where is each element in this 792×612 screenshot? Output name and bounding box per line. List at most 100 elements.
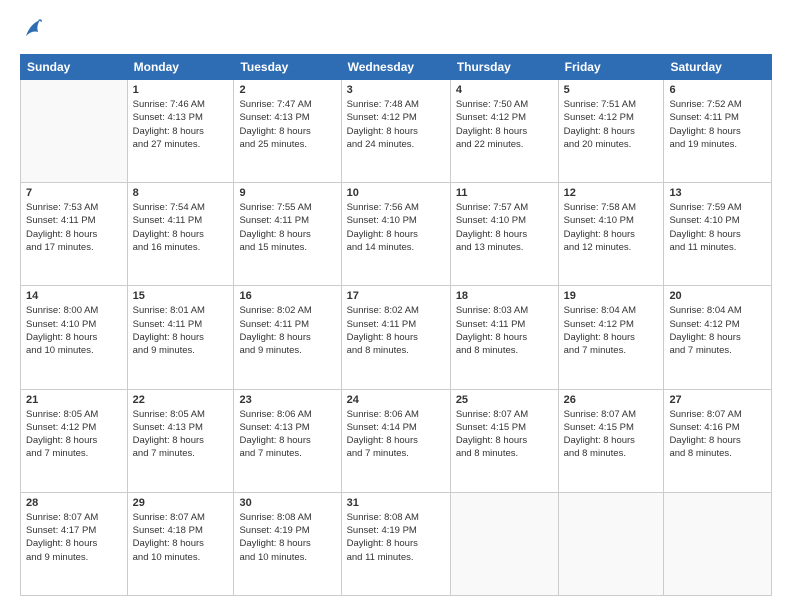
cell-content: Sunrise: 8:01 AM Sunset: 4:11 PM Dayligh… bbox=[133, 304, 229, 357]
logo-bird-icon bbox=[22, 16, 42, 44]
calendar-cell: 21 Sunrise: 8:05 AM Sunset: 4:12 PM Dayli… bbox=[21, 389, 128, 492]
day-number: 8 bbox=[133, 187, 229, 199]
calendar-cell: 5Sunrise: 7:51 AM Sunset: 4:12 PM Daylig… bbox=[558, 80, 664, 183]
calendar-cell: 3 Sunrise: 7:48 AM Sunset: 4:12 PM Daylig… bbox=[341, 80, 450, 183]
calendar-cell: 19 Sunrise: 8:04 AM Sunset: 4:12 PM Dayli… bbox=[558, 286, 664, 389]
cell-content: Sunrise: 8:03 AM Sunset: 4:11 PM Dayligh… bbox=[456, 304, 553, 357]
calendar-header-saturday: Saturday bbox=[664, 55, 772, 80]
day-number: 3 bbox=[347, 84, 445, 96]
day-number: 13 bbox=[669, 187, 766, 199]
day-number: 21 bbox=[26, 394, 122, 406]
calendar-table: SundayMondayTuesdayWednesdayThursdayFrid… bbox=[20, 54, 772, 596]
calendar-cell bbox=[450, 492, 558, 595]
header bbox=[20, 16, 772, 44]
cell-content: Sunrise: 7:48 AM Sunset: 4:12 PM Dayligh… bbox=[347, 98, 445, 151]
cell-content: Sunrise: 7:57 AM Sunset: 4:10 PM Dayligh… bbox=[456, 201, 553, 254]
cell-content: Sunrise: 8:07 AM Sunset: 4:15 PM Dayligh… bbox=[456, 408, 553, 461]
day-number: 7 bbox=[26, 187, 122, 199]
cell-content: Sunrise: 8:06 AM Sunset: 4:14 PM Dayligh… bbox=[347, 408, 445, 461]
calendar-cell: 25 Sunrise: 8:07 AM Sunset: 4:15 PM Dayli… bbox=[450, 389, 558, 492]
day-number: 23 bbox=[239, 394, 335, 406]
cell-content: Sunrise: 8:02 AM Sunset: 4:11 PM Dayligh… bbox=[239, 304, 335, 357]
calendar-cell: 22 Sunrise: 8:05 AM Sunset: 4:13 PM Dayli… bbox=[127, 389, 234, 492]
calendar-cell: 27 Sunrise: 8:07 AM Sunset: 4:16 PM Dayli… bbox=[664, 389, 772, 492]
calendar-cell bbox=[664, 492, 772, 595]
day-number: 15 bbox=[133, 290, 229, 302]
day-number: 22 bbox=[133, 394, 229, 406]
day-number: 2 bbox=[239, 84, 335, 96]
calendar-cell: 24 Sunrise: 8:06 AM Sunset: 4:14 PM Dayli… bbox=[341, 389, 450, 492]
day-number: 1 bbox=[133, 84, 229, 96]
cell-content: Sunrise: 7:47 AM Sunset: 4:13 PM Dayligh… bbox=[239, 98, 335, 151]
cell-content: Sunrise: 7:53 AM Sunset: 4:11 PM Dayligh… bbox=[26, 201, 122, 254]
calendar-cell: 10 Sunrise: 7:56 AM Sunset: 4:10 PM Dayli… bbox=[341, 183, 450, 286]
calendar-cell: 14Sunrise: 8:00 AM Sunset: 4:10 PM Dayli… bbox=[21, 286, 128, 389]
calendar-cell: 26 Sunrise: 8:07 AM Sunset: 4:15 PM Dayli… bbox=[558, 389, 664, 492]
day-number: 18 bbox=[456, 290, 553, 302]
page: SundayMondayTuesdayWednesdayThursdayFrid… bbox=[0, 0, 792, 612]
cell-content: Sunrise: 7:50 AM Sunset: 4:12 PM Dayligh… bbox=[456, 98, 553, 151]
calendar-cell bbox=[558, 492, 664, 595]
logo bbox=[20, 16, 44, 44]
cell-content: Sunrise: 8:07 AM Sunset: 4:15 PM Dayligh… bbox=[564, 408, 659, 461]
cell-content: Sunrise: 8:05 AM Sunset: 4:13 PM Dayligh… bbox=[133, 408, 229, 461]
day-number: 29 bbox=[133, 497, 229, 509]
calendar-header-wednesday: Wednesday bbox=[341, 55, 450, 80]
cell-content: Sunrise: 7:54 AM Sunset: 4:11 PM Dayligh… bbox=[133, 201, 229, 254]
day-number: 11 bbox=[456, 187, 553, 199]
day-number: 14 bbox=[26, 290, 122, 302]
day-number: 31 bbox=[347, 497, 445, 509]
calendar-week-row: 14Sunrise: 8:00 AM Sunset: 4:10 PM Dayli… bbox=[21, 286, 772, 389]
cell-content: Sunrise: 8:07 AM Sunset: 4:16 PM Dayligh… bbox=[669, 408, 766, 461]
calendar-cell: 16 Sunrise: 8:02 AM Sunset: 4:11 PM Dayli… bbox=[234, 286, 341, 389]
day-number: 27 bbox=[669, 394, 766, 406]
calendar-cell: 12 Sunrise: 7:58 AM Sunset: 4:10 PM Dayli… bbox=[558, 183, 664, 286]
day-number: 9 bbox=[239, 187, 335, 199]
calendar-header-tuesday: Tuesday bbox=[234, 55, 341, 80]
day-number: 5 bbox=[564, 84, 659, 96]
cell-content: Sunrise: 8:06 AM Sunset: 4:13 PM Dayligh… bbox=[239, 408, 335, 461]
cell-content: Sunrise: 7:58 AM Sunset: 4:10 PM Dayligh… bbox=[564, 201, 659, 254]
calendar-cell: 28 Sunrise: 8:07 AM Sunset: 4:17 PM Dayli… bbox=[21, 492, 128, 595]
cell-content: Sunrise: 7:59 AM Sunset: 4:10 PM Dayligh… bbox=[669, 201, 766, 254]
calendar-header-monday: Monday bbox=[127, 55, 234, 80]
day-number: 26 bbox=[564, 394, 659, 406]
cell-content: Sunrise: 7:52 AM Sunset: 4:11 PM Dayligh… bbox=[669, 98, 766, 151]
calendar-cell: 30Sunrise: 8:08 AM Sunset: 4:19 PM Dayli… bbox=[234, 492, 341, 595]
calendar-header-friday: Friday bbox=[558, 55, 664, 80]
day-number: 10 bbox=[347, 187, 445, 199]
calendar-header-sunday: Sunday bbox=[21, 55, 128, 80]
calendar-cell: 6 Sunrise: 7:52 AM Sunset: 4:11 PM Daylig… bbox=[664, 80, 772, 183]
day-number: 28 bbox=[26, 497, 122, 509]
cell-content: Sunrise: 8:08 AM Sunset: 4:19 PM Dayligh… bbox=[239, 511, 335, 564]
day-number: 25 bbox=[456, 394, 553, 406]
day-number: 24 bbox=[347, 394, 445, 406]
calendar-week-row: 7 Sunrise: 7:53 AM Sunset: 4:11 PM Daylig… bbox=[21, 183, 772, 286]
cell-content: Sunrise: 8:04 AM Sunset: 4:12 PM Dayligh… bbox=[564, 304, 659, 357]
calendar-cell: 18 Sunrise: 8:03 AM Sunset: 4:11 PM Dayli… bbox=[450, 286, 558, 389]
calendar-cell: 29Sunrise: 8:07 AM Sunset: 4:18 PM Dayli… bbox=[127, 492, 234, 595]
calendar-cell: 17Sunrise: 8:02 AM Sunset: 4:11 PM Dayli… bbox=[341, 286, 450, 389]
calendar-week-row: 1 Sunrise: 7:46 AM Sunset: 4:13 PM Daylig… bbox=[21, 80, 772, 183]
calendar-cell: 13 Sunrise: 7:59 AM Sunset: 4:10 PM Dayli… bbox=[664, 183, 772, 286]
calendar-cell bbox=[21, 80, 128, 183]
day-number: 4 bbox=[456, 84, 553, 96]
calendar-cell: 2 Sunrise: 7:47 AM Sunset: 4:13 PM Daylig… bbox=[234, 80, 341, 183]
calendar-cell: 31 Sunrise: 8:08 AM Sunset: 4:19 PM Dayli… bbox=[341, 492, 450, 595]
cell-content: Sunrise: 7:56 AM Sunset: 4:10 PM Dayligh… bbox=[347, 201, 445, 254]
day-number: 20 bbox=[669, 290, 766, 302]
cell-content: Sunrise: 7:46 AM Sunset: 4:13 PM Dayligh… bbox=[133, 98, 229, 151]
calendar-cell: 8 Sunrise: 7:54 AM Sunset: 4:11 PM Daylig… bbox=[127, 183, 234, 286]
calendar-cell: 23 Sunrise: 8:06 AM Sunset: 4:13 PM Dayli… bbox=[234, 389, 341, 492]
calendar-cell: 4 Sunrise: 7:50 AM Sunset: 4:12 PM Daylig… bbox=[450, 80, 558, 183]
day-number: 12 bbox=[564, 187, 659, 199]
day-number: 16 bbox=[239, 290, 335, 302]
day-number: 6 bbox=[669, 84, 766, 96]
cell-content: Sunrise: 8:05 AM Sunset: 4:12 PM Dayligh… bbox=[26, 408, 122, 461]
day-number: 17 bbox=[347, 290, 445, 302]
cell-content: Sunrise: 8:07 AM Sunset: 4:17 PM Dayligh… bbox=[26, 511, 122, 564]
calendar-cell: 1 Sunrise: 7:46 AM Sunset: 4:13 PM Daylig… bbox=[127, 80, 234, 183]
cell-content: Sunrise: 8:08 AM Sunset: 4:19 PM Dayligh… bbox=[347, 511, 445, 564]
day-number: 19 bbox=[564, 290, 659, 302]
calendar-header-row: SundayMondayTuesdayWednesdayThursdayFrid… bbox=[21, 55, 772, 80]
